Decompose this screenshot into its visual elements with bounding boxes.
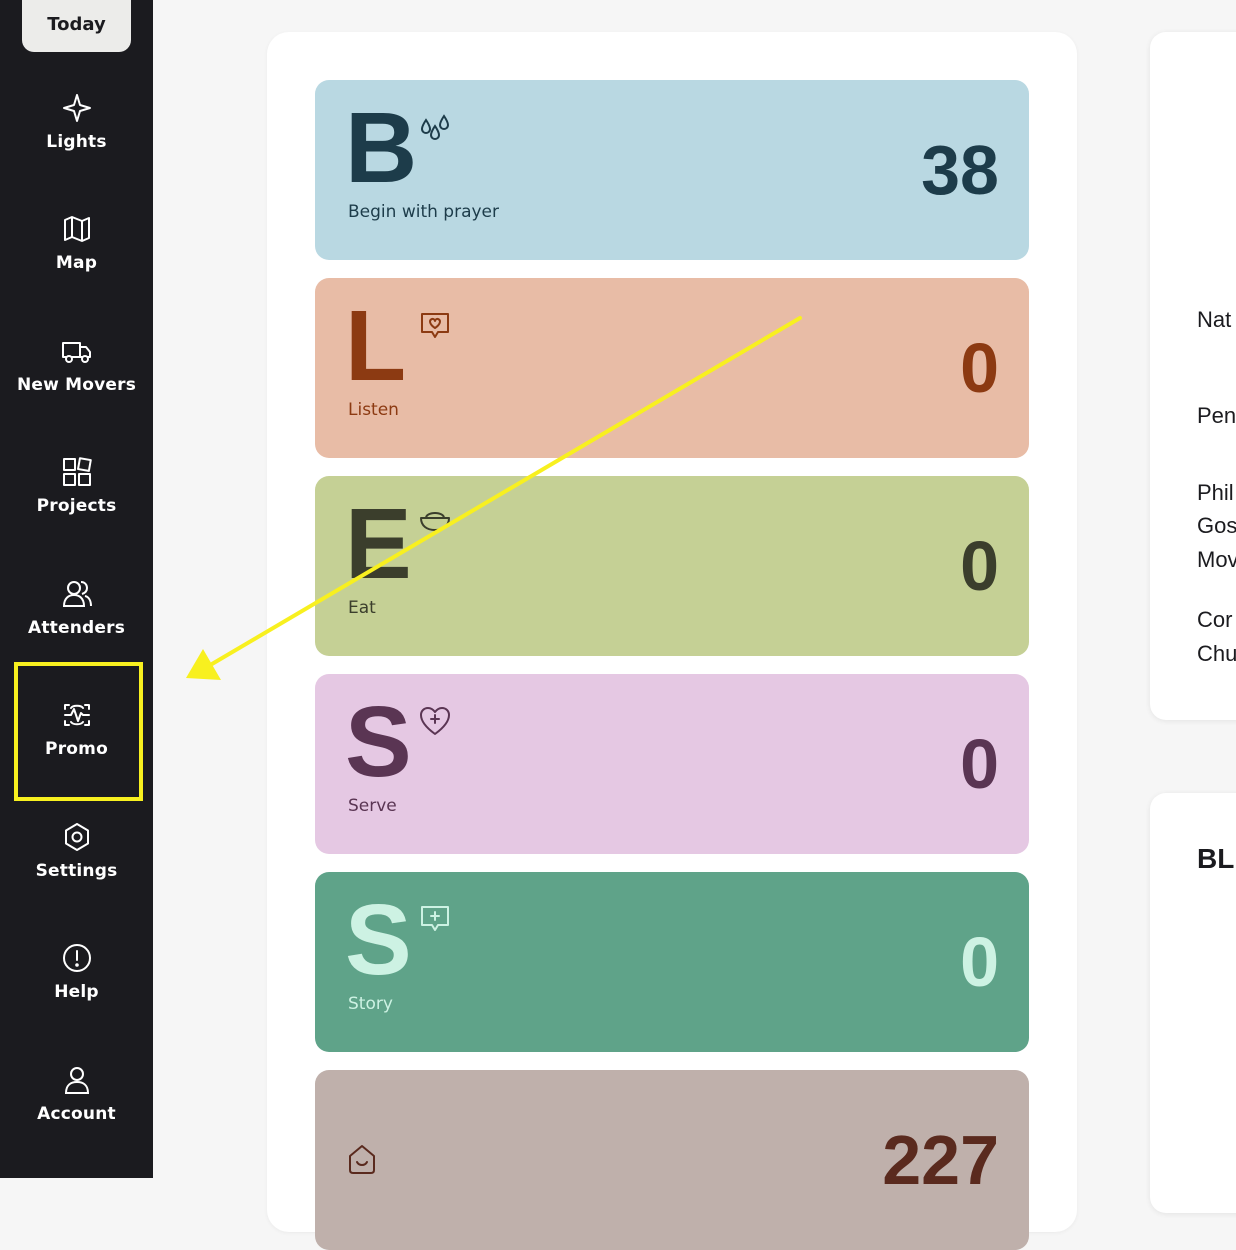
right-panel-line: Nat [1197,307,1232,332]
truck-icon [61,342,91,363]
nav-item-lights[interactable]: Lights [0,92,153,192]
card-label: Begin with prayer [348,202,499,222]
nav-label: Settings [35,861,118,881]
nav-label: Map [55,253,98,273]
gear-icon [64,823,89,851]
card-home[interactable]: 227 [315,1070,1029,1250]
message-plus-icon [421,906,449,931]
heart-message-icon [421,313,449,338]
card-letter: B [345,92,418,204]
card-count: 0 [960,923,999,1001]
card-serve[interactable]: S Serve 0 [315,674,1029,854]
card-label: Serve [348,796,397,816]
nav-item-new-movers[interactable]: New Movers [0,335,153,435]
nav-item-account[interactable]: Account [0,1064,153,1164]
right-panel-line: Phil [1197,480,1234,505]
right-panel-line: Pen [1197,403,1236,428]
home-smile-icon [349,1145,375,1174]
sidebar: Today Lights Map New Movers Projects Att… [0,0,153,1178]
card-label: Eat [348,598,376,618]
card-letter: S [345,884,412,996]
nav-item-help[interactable]: Help [0,942,153,1042]
card-count: 0 [960,527,999,605]
card-count: 0 [960,329,999,407]
card-letter: E [345,488,412,600]
card-eat[interactable]: E Eat 0 [315,476,1029,656]
right-panel-line: Cor [1197,607,1233,632]
right-panel-heading: BLI [1197,843,1236,874]
nav-item-map[interactable]: Map [0,213,153,313]
card-letter: S [345,686,412,798]
bowl-icon [420,512,450,531]
grid-icon [62,457,92,486]
card-count: 0 [960,725,999,803]
user-icon [64,1067,89,1094]
users-icon [62,581,92,607]
map-icon [63,216,90,242]
sparkle-icon [62,94,91,122]
nav-label: New Movers [16,375,137,395]
droplets-icon [420,114,450,141]
today-button[interactable]: Today [22,0,131,52]
nav-label: Projects [36,496,117,516]
right-panel-line: Chu [1197,641,1236,666]
card-count: 38 [921,131,999,209]
alert-circle-icon [62,944,91,972]
nav-item-projects[interactable]: Projects [0,456,153,556]
card-listen[interactable]: L Listen 0 [315,278,1029,458]
nav-label: Account [37,1104,116,1124]
card-label: Listen [348,400,399,420]
nav-label: Attenders [27,618,126,638]
nav-label: Lights [46,132,107,152]
card-letter: L [345,290,407,402]
card-count: 227 [882,1121,999,1199]
card-label: Story [348,994,393,1014]
right-panel-line: Mov [1197,547,1236,572]
annotation-highlight-box [14,662,143,801]
nav-label: Help [54,982,99,1002]
right-panel-line: Gos [1197,513,1236,538]
card-begin-with-prayer[interactable]: B Begin with prayer 38 [315,80,1029,260]
heart-plus-icon [420,707,450,735]
nav-item-settings[interactable]: Settings [0,821,153,921]
card-story[interactable]: S Story 0 [315,872,1029,1052]
